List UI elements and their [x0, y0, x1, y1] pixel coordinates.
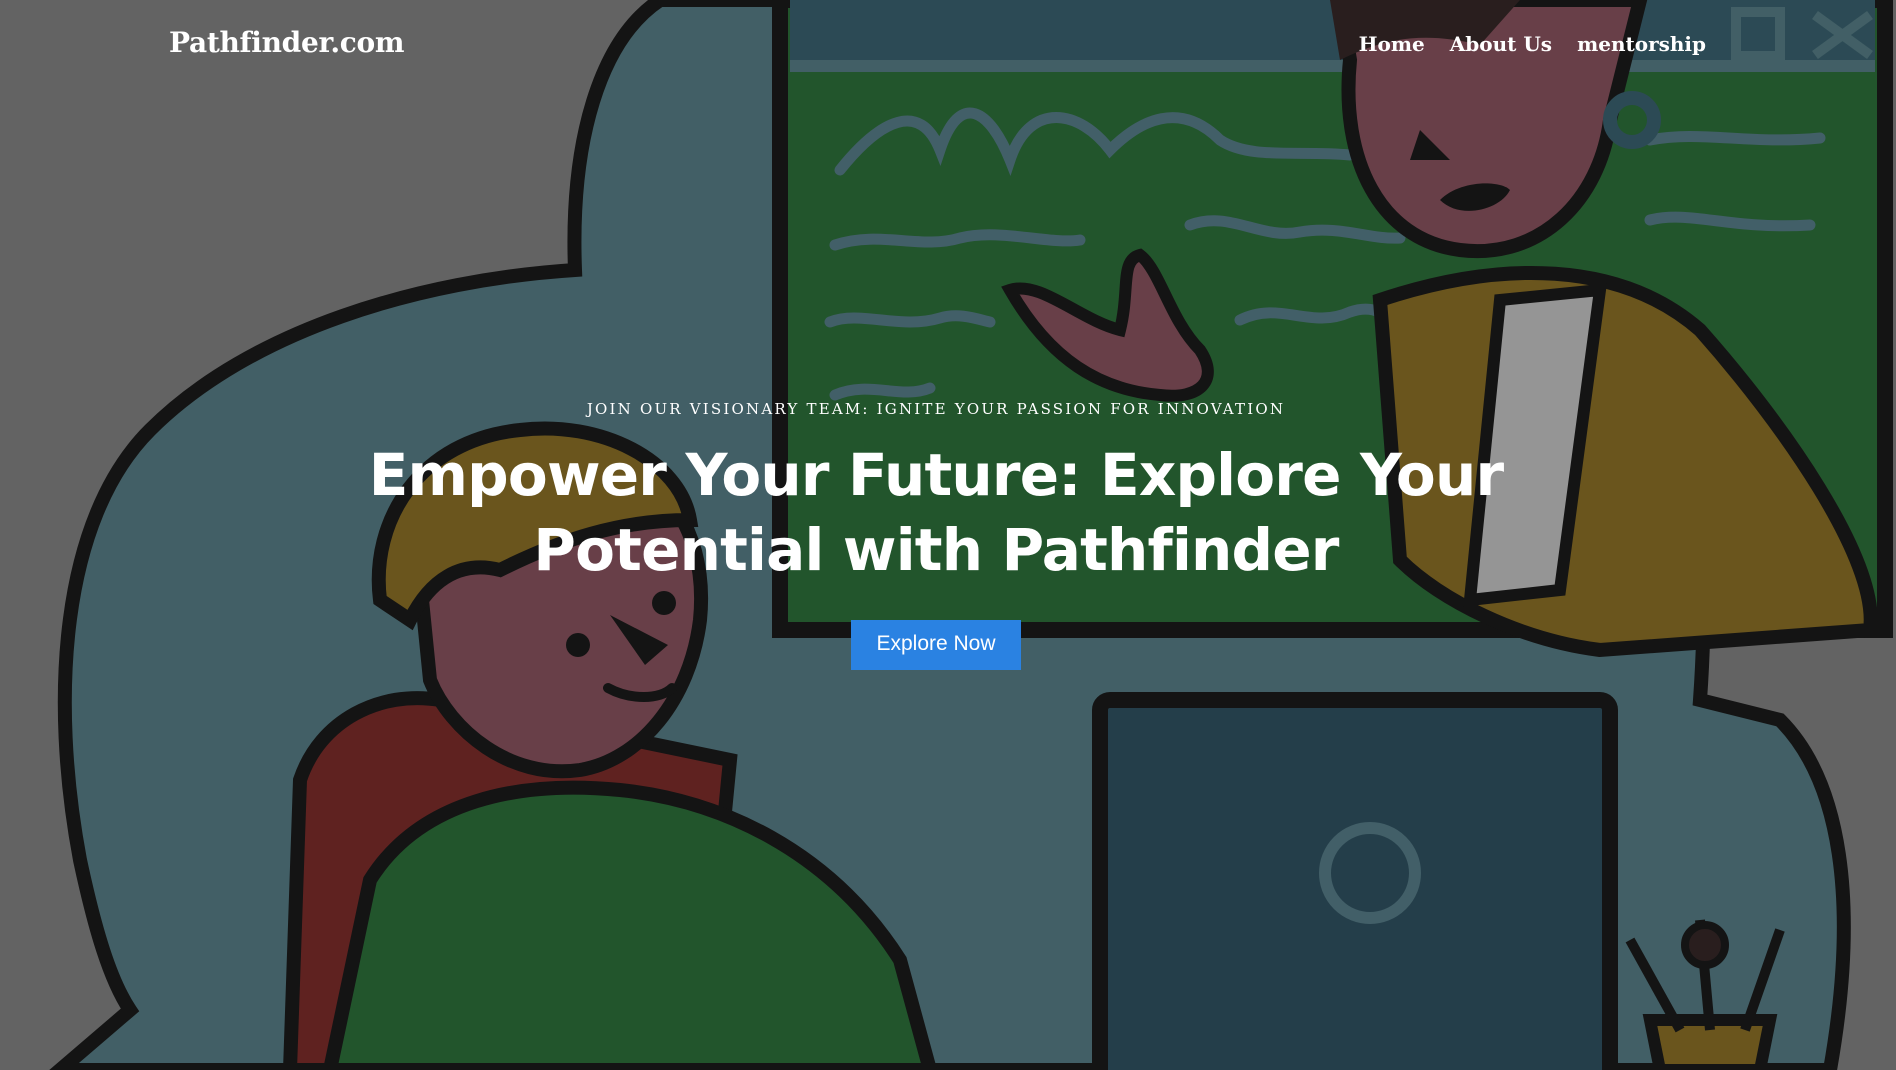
hero-eyebrow: JOIN OUR VISIONARY TEAM: IGNITE YOUR PAS…: [586, 400, 1286, 418]
nav-link-home[interactable]: Home: [1359, 32, 1425, 56]
nav-links: Home About Us mentorship: [1359, 32, 1706, 56]
hero-section: JOIN OUR VISIONARY TEAM: IGNITE YOUR PAS…: [0, 400, 1872, 670]
hero-headline: Empower Your Future: Explore Your Potent…: [368, 441, 1504, 584]
nav-link-mentorship[interactable]: mentorship: [1577, 32, 1706, 56]
nav-link-about-us[interactable]: About Us: [1450, 32, 1552, 56]
brand-logo-link[interactable]: Pathfinder.com: [169, 26, 405, 59]
top-navbar: Pathfinder.com Home About Us mentorship: [0, 0, 1896, 92]
landing-page: Pathfinder.com Home About Us mentorship …: [0, 0, 1896, 1070]
explore-now-button[interactable]: Explore Now: [851, 620, 1021, 670]
